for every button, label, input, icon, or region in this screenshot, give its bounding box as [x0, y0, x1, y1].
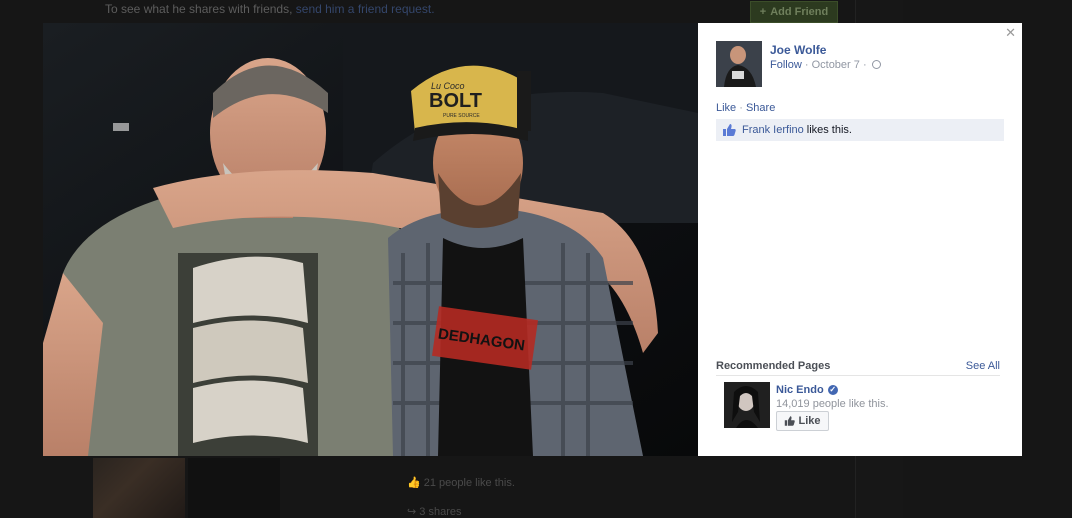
liker-name[interactable]: Frank Ierfino	[742, 124, 804, 136]
friend-request-text: To see what he shares with friends,	[105, 2, 293, 16]
divider	[716, 375, 1000, 376]
background-photo-thumb[interactable]	[188, 458, 280, 518]
like-link[interactable]: Like	[716, 102, 736, 114]
thumbs-up-icon	[723, 124, 736, 136]
author-name[interactable]: Joe Wolfe	[770, 43, 826, 57]
post-actions: Like · Share	[716, 102, 776, 114]
liker-suffix: likes this.	[806, 124, 852, 136]
background-likes-count[interactable]: 👍 21 people like this.	[407, 476, 515, 489]
photo-lightbox: DEDHAGON Lu Coco BOLT PURE SOURCE ✕ Joe …	[43, 23, 1022, 456]
background-shares-count[interactable]: ↪ 3 shares	[407, 505, 461, 518]
recommended-page-avatar[interactable]	[724, 382, 770, 428]
add-friend-label: Add Friend	[770, 6, 829, 18]
cap-bottom-text: PURE SOURCE	[443, 113, 480, 119]
share-icon: ↪	[407, 506, 420, 518]
recommended-page-likes: 14,019 people like this.	[776, 398, 889, 410]
see-all-link[interactable]: See All	[966, 360, 1000, 372]
recommended-header: Recommended Pages See All	[716, 360, 1000, 372]
recommended-like-label: Like	[798, 415, 821, 427]
author-avatar[interactable]	[716, 41, 762, 87]
recommended-like-button[interactable]: Like	[776, 411, 829, 431]
globe-icon	[871, 60, 881, 69]
recommended-page-name[interactable]: Nic Endo	[776, 384, 824, 396]
follow-link[interactable]: Follow	[770, 59, 802, 71]
background-photo-thumb[interactable]	[93, 458, 185, 518]
post-meta: Follow · October 7 ·	[770, 59, 881, 71]
recommended-title: Recommended Pages	[716, 360, 831, 372]
friend-request-link[interactable]: send him a friend request.	[296, 2, 435, 16]
likes-summary: Frank Ierfino likes this.	[716, 119, 1004, 141]
photo-side-panel: ✕ Joe Wolfe Follow · October 7 · Like · …	[698, 23, 1022, 456]
recommended-page-image	[724, 382, 770, 428]
share-link[interactable]: Share	[746, 102, 775, 114]
add-friend-icon: +	[759, 6, 767, 18]
add-friend-button[interactable]: + Add Friend	[750, 1, 838, 23]
photo-image: DEDHAGON Lu Coco BOLT PURE SOURCE	[43, 23, 698, 456]
verified-badge-icon: ✓	[827, 385, 838, 395]
friend-request-hint: To see what he shares with friends, send…	[105, 2, 435, 16]
recommended-page-name-row: Nic Endo ✓	[776, 384, 838, 396]
cap-logo-text: BOLT	[429, 90, 482, 112]
post-date[interactable]: October 7	[812, 59, 860, 71]
close-icon[interactable]: ✕	[1005, 25, 1016, 41]
photo-stage[interactable]: DEDHAGON Lu Coco BOLT PURE SOURCE	[43, 23, 698, 456]
thumbs-up-icon: 👍	[407, 477, 424, 489]
author-avatar-image	[716, 41, 762, 87]
thumbs-up-icon	[785, 416, 796, 426]
